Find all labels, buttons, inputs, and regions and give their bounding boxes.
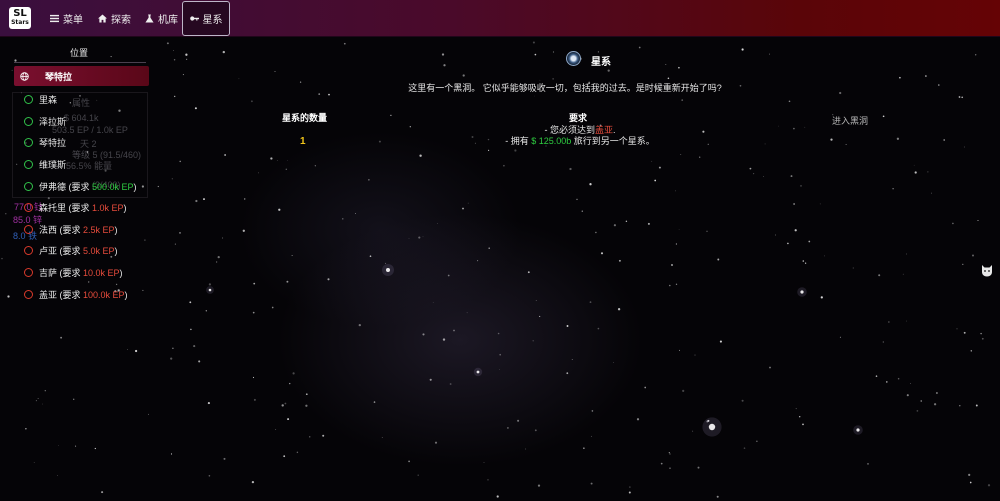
location-req-prefix: (要求 (57, 246, 84, 257)
location-req-prefix: (要求 (57, 268, 84, 279)
location-item[interactable]: 吉萨 (要求 10.0k EP) (14, 262, 150, 284)
location-item[interactable]: 维璞斯 (14, 154, 150, 176)
requirement-money: - 拥有 $ 125.00b 旅行到另一个星系。 (505, 134, 655, 147)
location-req-prefix: (要求 (57, 224, 84, 235)
location-name: 卢亚 (39, 246, 58, 257)
location-item[interactable]: 法西 (要求 2.5k EP) (14, 219, 150, 241)
circle-icon (24, 203, 33, 213)
page-title: 星系 (591, 57, 611, 68)
nav-galaxy-button[interactable]: 星系 (182, 1, 230, 36)
circle-icon (24, 224, 33, 234)
location-label: 琴特拉 (39, 136, 66, 149)
galaxy-description: 这里有一个黑洞。 它似乎能够吸收一切，包括我的过去。是时候重新开始了吗? (408, 83, 722, 93)
location-req-suffix: ) (119, 268, 123, 279)
location-req-suffix: ) (124, 289, 128, 300)
location-req-value: 1.0k EP (92, 203, 124, 214)
divider (14, 62, 146, 63)
req2-value: $ 125.00b (531, 136, 572, 146)
home-icon (98, 14, 107, 23)
flask-icon (145, 14, 154, 23)
bars-icon (50, 14, 59, 23)
location-req-prefix: (要求 (66, 203, 93, 214)
location-label: 吉萨 (要求 10.0k EP) (39, 266, 123, 279)
location-name: 盖亚 (39, 289, 58, 300)
app-logo[interactable]: SL Stars (9, 7, 31, 29)
circle-icon (24, 138, 33, 148)
location-name: 法西 (39, 224, 58, 235)
location-name: 泽拉斯 (39, 116, 67, 127)
location-label: 维璞斯 (39, 158, 66, 171)
logo-text-top: SL (13, 8, 27, 19)
location-name: 里森 (39, 95, 58, 106)
nav-hangar-label: 机库 (158, 15, 178, 26)
circle-icon (24, 289, 33, 299)
galaxy-page: 星系 这里有一个黑洞。 它似乎能够吸收一切，包括我的过去。是时候重新开始了吗? … (150, 37, 980, 497)
nav-explore-label: 探索 (111, 15, 131, 26)
location-name: 琴特拉 (39, 138, 67, 149)
enter-black-hole-button[interactable]: 进入黑洞 (832, 114, 868, 127)
location-req-suffix: ) (114, 224, 118, 235)
location-item[interactable]: 盖亚 (要求 100.0k EP) (14, 283, 150, 305)
nav-menu-label: 菜单 (63, 15, 83, 26)
nav-menu-button[interactable]: 菜单 (44, 0, 89, 37)
nav-hangar-button[interactable]: 机库 (139, 0, 184, 37)
circle-icon (24, 95, 33, 105)
circle-icon (24, 268, 33, 278)
location-panel: 位置 琴特拉 里森 泽拉斯 琴特拉 维璞斯 伊弗德 (要求 500.0k EP) 森托里 … (8, 44, 150, 305)
location-item[interactable]: 森托里 (要求 1.0k EP) (14, 197, 150, 219)
location-item[interactable]: 琴特拉 (14, 132, 150, 154)
location-name: 森托里 (39, 203, 67, 214)
galaxy-count-value: 1 (300, 136, 306, 147)
circle-icon (24, 181, 33, 191)
galaxy-count-header: 星系的数量 (282, 113, 328, 123)
location-req-prefix: (要求 (66, 181, 93, 192)
location-req-value: 5.0k EP (83, 246, 115, 257)
location-label: 盖亚 (要求 100.0k EP) (39, 288, 128, 301)
location-item[interactable]: 卢亚 (要求 5.0k EP) (14, 240, 150, 262)
top-navbar: SL Stars 菜单 探索 机库 星系 (0, 0, 1000, 37)
globe-icon (20, 71, 29, 81)
location-req-value: 10.0k EP (83, 268, 120, 279)
location-req-suffix: ) (114, 246, 118, 257)
location-req-suffix: ) (133, 181, 137, 192)
location-name: 维璞斯 (39, 160, 67, 171)
location-label: 伊弗德 (要求 500.0k EP) (39, 180, 137, 193)
req2-suffix: 旅行到另一个星系。 (571, 136, 655, 146)
location-req-suffix: ) (123, 203, 127, 214)
location-req-value: 500.0k EP (92, 181, 134, 192)
nav-galaxy-label: 星系 (202, 15, 223, 26)
key-icon (189, 16, 199, 21)
location-req-value: 100.0k EP (83, 289, 125, 300)
location-req-value: 2.5k EP (83, 224, 115, 235)
cat-icon[interactable] (981, 264, 993, 277)
logo-text-bottom: Stars (11, 19, 29, 26)
location-name: 吉萨 (39, 268, 58, 279)
location-name: 伊弗德 (39, 181, 67, 192)
location-list: 里森 泽拉斯 琴特拉 维璞斯 伊弗德 (要求 500.0k EP) 森托里 (要求 1.0… (14, 89, 150, 305)
location-label: 森托里 (要求 1.0k EP) (39, 201, 127, 214)
nav-explore-button[interactable]: 探索 (92, 0, 137, 37)
req2-prefix: - 拥有 (505, 136, 532, 146)
location-item[interactable]: 泽拉斯 (14, 111, 150, 133)
location-label: 卢亚 (要求 5.0k EP) (39, 244, 118, 257)
location-label: 法西 (要求 2.5k EP) (39, 223, 118, 236)
circle-icon (24, 160, 33, 170)
circle-icon (24, 116, 33, 126)
location-req-prefix: (要求 (57, 289, 84, 300)
location-label: 泽拉斯 (39, 115, 66, 128)
current-location[interactable]: 琴特拉 (14, 66, 149, 86)
circle-icon (24, 246, 33, 256)
location-panel-title: 位置 (69, 48, 88, 58)
current-location-label: 琴特拉 (45, 71, 73, 82)
location-item[interactable]: 伊弗德 (要求 500.0k EP) (14, 175, 150, 197)
location-item[interactable]: 里森 (14, 89, 150, 111)
location-label: 里森 (39, 93, 57, 106)
galaxy-icon (566, 51, 581, 66)
